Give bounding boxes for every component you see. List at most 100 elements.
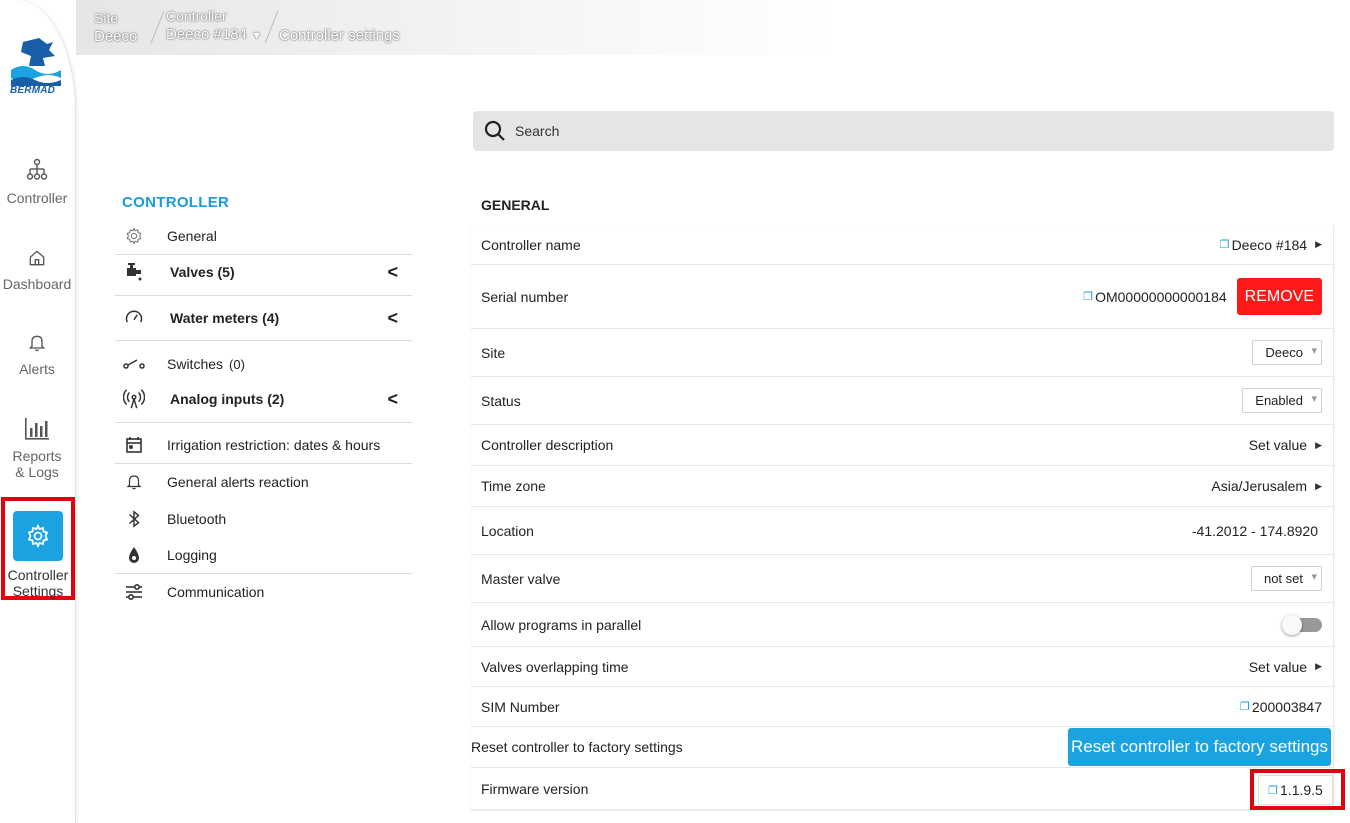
- nav-item-dashboard[interactable]: Dashboard: [0, 248, 74, 292]
- divider: [115, 422, 412, 423]
- bell-icon: [28, 335, 46, 352]
- breadcrumb-page: Controller settings: [279, 27, 400, 44]
- master-valve-select[interactable]: not set: [1250, 566, 1322, 591]
- row-time-zone[interactable]: Time zone Asia/Jerusalem ▶: [471, 466, 1334, 507]
- menu-item-communication[interactable]: Communication: [115, 581, 412, 603]
- row-master-valve: Master valve not set: [471, 555, 1334, 603]
- menu-item-label: Logging: [167, 547, 217, 563]
- row-controller-name[interactable]: Controller name ❐ Deeco #184 ▶: [471, 225, 1334, 265]
- nav-item-reports[interactable]: Reports & Logs: [0, 418, 74, 480]
- menu-item-label: Bluetooth: [167, 511, 227, 527]
- row-label: Allow programs in parallel: [481, 616, 642, 633]
- copy-icon[interactable]: ❐: [1083, 290, 1093, 303]
- section-title: GENERAL: [481, 197, 550, 213]
- menu-item-switches[interactable]: Switches (0): [115, 354, 412, 374]
- bar-chart-icon: [25, 418, 49, 440]
- row-site: Site Deeco: [471, 329, 1334, 377]
- row-firmware: Firmware version: [471, 768, 1334, 810]
- menu-item-general[interactable]: General: [115, 226, 412, 246]
- menu-item-bluetooth[interactable]: Bluetooth: [115, 509, 412, 529]
- menu-item-label: Analog inputs (2): [170, 391, 285, 407]
- chevron-left-icon[interactable]: <: [387, 262, 398, 283]
- location-value: -41.2012 - 174.8920: [1191, 522, 1318, 539]
- nav-rail: BERMAD Controller Dashboard Alerts Repor…: [0, 0, 76, 823]
- row-label: SIM Number: [481, 698, 560, 715]
- menu-item-irrigation-restriction[interactable]: Irrigation restriction: dates & hours: [115, 435, 412, 455]
- nav-label: Alerts: [19, 361, 55, 377]
- menu-item-logging[interactable]: Logging: [115, 545, 412, 565]
- row-label: Firmware version: [481, 780, 589, 797]
- search-input[interactable]: Search: [473, 111, 1334, 151]
- row-label: Reset controller to factory settings: [471, 739, 683, 755]
- drop-icon: [117, 546, 151, 564]
- menu-item-label: Communication: [167, 584, 265, 600]
- chevron-right-icon: ▶: [1315, 480, 1322, 491]
- copy-icon[interactable]: ❐: [1220, 238, 1230, 251]
- nav-active-tile: [13, 511, 63, 561]
- gauge-icon: [117, 308, 151, 328]
- switch-icon: [117, 357, 151, 371]
- row-label: Location: [481, 522, 534, 539]
- bluetooth-icon: [117, 510, 151, 528]
- row-location[interactable]: Location -41.2012 - 174.8920: [471, 507, 1334, 555]
- row-label: Master valve: [481, 570, 561, 587]
- search-placeholder: Search: [515, 123, 560, 139]
- sim-value: 200003847: [1251, 698, 1322, 715]
- controller-name-value: Deeco #184: [1231, 236, 1308, 253]
- remove-button[interactable]: REMOVE: [1236, 278, 1322, 315]
- search-icon: [484, 120, 505, 141]
- chevron-left-icon[interactable]: <: [387, 389, 398, 410]
- menu-item-water-meters[interactable]: Water meters (4) <: [115, 308, 412, 328]
- nav-item-alerts[interactable]: Alerts: [0, 333, 74, 377]
- site-select[interactable]: Deeco: [1252, 340, 1322, 365]
- row-status: Status Enabled: [471, 377, 1334, 425]
- row-sim-number: SIM Number ❐ 200003847: [471, 687, 1334, 727]
- divider: [115, 295, 412, 296]
- menu-item-general-alerts[interactable]: General alerts reaction: [115, 472, 412, 492]
- row-allow-parallel: Allow programs in parallel: [471, 603, 1334, 647]
- valve-icon: [117, 262, 151, 282]
- row-label: Status: [481, 392, 521, 409]
- toggle-knob: [1282, 614, 1302, 635]
- parallel-toggle[interactable]: [1282, 614, 1322, 635]
- reset-factory-button[interactable]: Reset controller to factory settings: [1068, 728, 1331, 766]
- chevron-right-icon: ▶: [1315, 239, 1322, 249]
- row-valves-overlapping[interactable]: Valves overlapping time Set value ▶: [471, 647, 1334, 687]
- nav-item-controller-settings[interactable]: Controller Settings: [1, 497, 75, 600]
- copy-icon[interactable]: ❐: [1240, 700, 1250, 713]
- menu-item-analog-inputs[interactable]: Analog inputs (2) <: [115, 388, 412, 410]
- menu-item-valves[interactable]: Valves (5) <: [115, 262, 412, 282]
- menu-item-count: (0): [229, 356, 245, 372]
- row-label: Controller description: [481, 437, 614, 453]
- row-controller-description[interactable]: Controller description Set value ▶: [471, 425, 1334, 466]
- bell-icon: [117, 472, 151, 492]
- divider: [115, 254, 412, 255]
- menu-item-label: Irrigation restriction: dates & hours: [167, 437, 381, 453]
- description-value: Set value: [1248, 437, 1308, 453]
- breadcrumb-controller[interactable]: Controller Deeco #184 ▼: [166, 7, 262, 46]
- chevron-left-icon[interactable]: <: [387, 308, 398, 329]
- gear-icon: [117, 227, 151, 245]
- gear-icon: [27, 524, 49, 548]
- menu-item-label: General alerts reaction: [167, 474, 309, 490]
- menu-item-label: Valves (5): [170, 264, 235, 280]
- menu-item-label: Water meters (4): [170, 310, 280, 326]
- divider: [115, 463, 412, 464]
- firmware-highlight: [1250, 769, 1345, 810]
- status-select[interactable]: Enabled: [1242, 388, 1322, 413]
- sliders-icon: [117, 582, 151, 602]
- divider: [115, 573, 412, 574]
- row-label: Controller name: [481, 236, 581, 253]
- nav-label: Dashboard: [2, 276, 72, 292]
- row-serial-number: Serial number ❐ OM00000000000184 REMOVE: [471, 265, 1334, 329]
- nav-item-controller[interactable]: Controller: [0, 158, 74, 206]
- serial-number-value: OM00000000000184: [1095, 288, 1227, 305]
- row-label: Valves overlapping time: [481, 658, 629, 675]
- menu-item-label: General: [167, 228, 217, 244]
- chevron-right-icon: ▶: [1315, 439, 1322, 450]
- nav-label: Controller: [6, 190, 68, 206]
- chevron-down-icon: ▼: [251, 30, 262, 42]
- time-zone-value: Asia/Jerusalem: [1211, 478, 1308, 494]
- menu-title: CONTROLLER: [122, 194, 230, 211]
- breadcrumb-site[interactable]: Site Deeco: [94, 9, 137, 47]
